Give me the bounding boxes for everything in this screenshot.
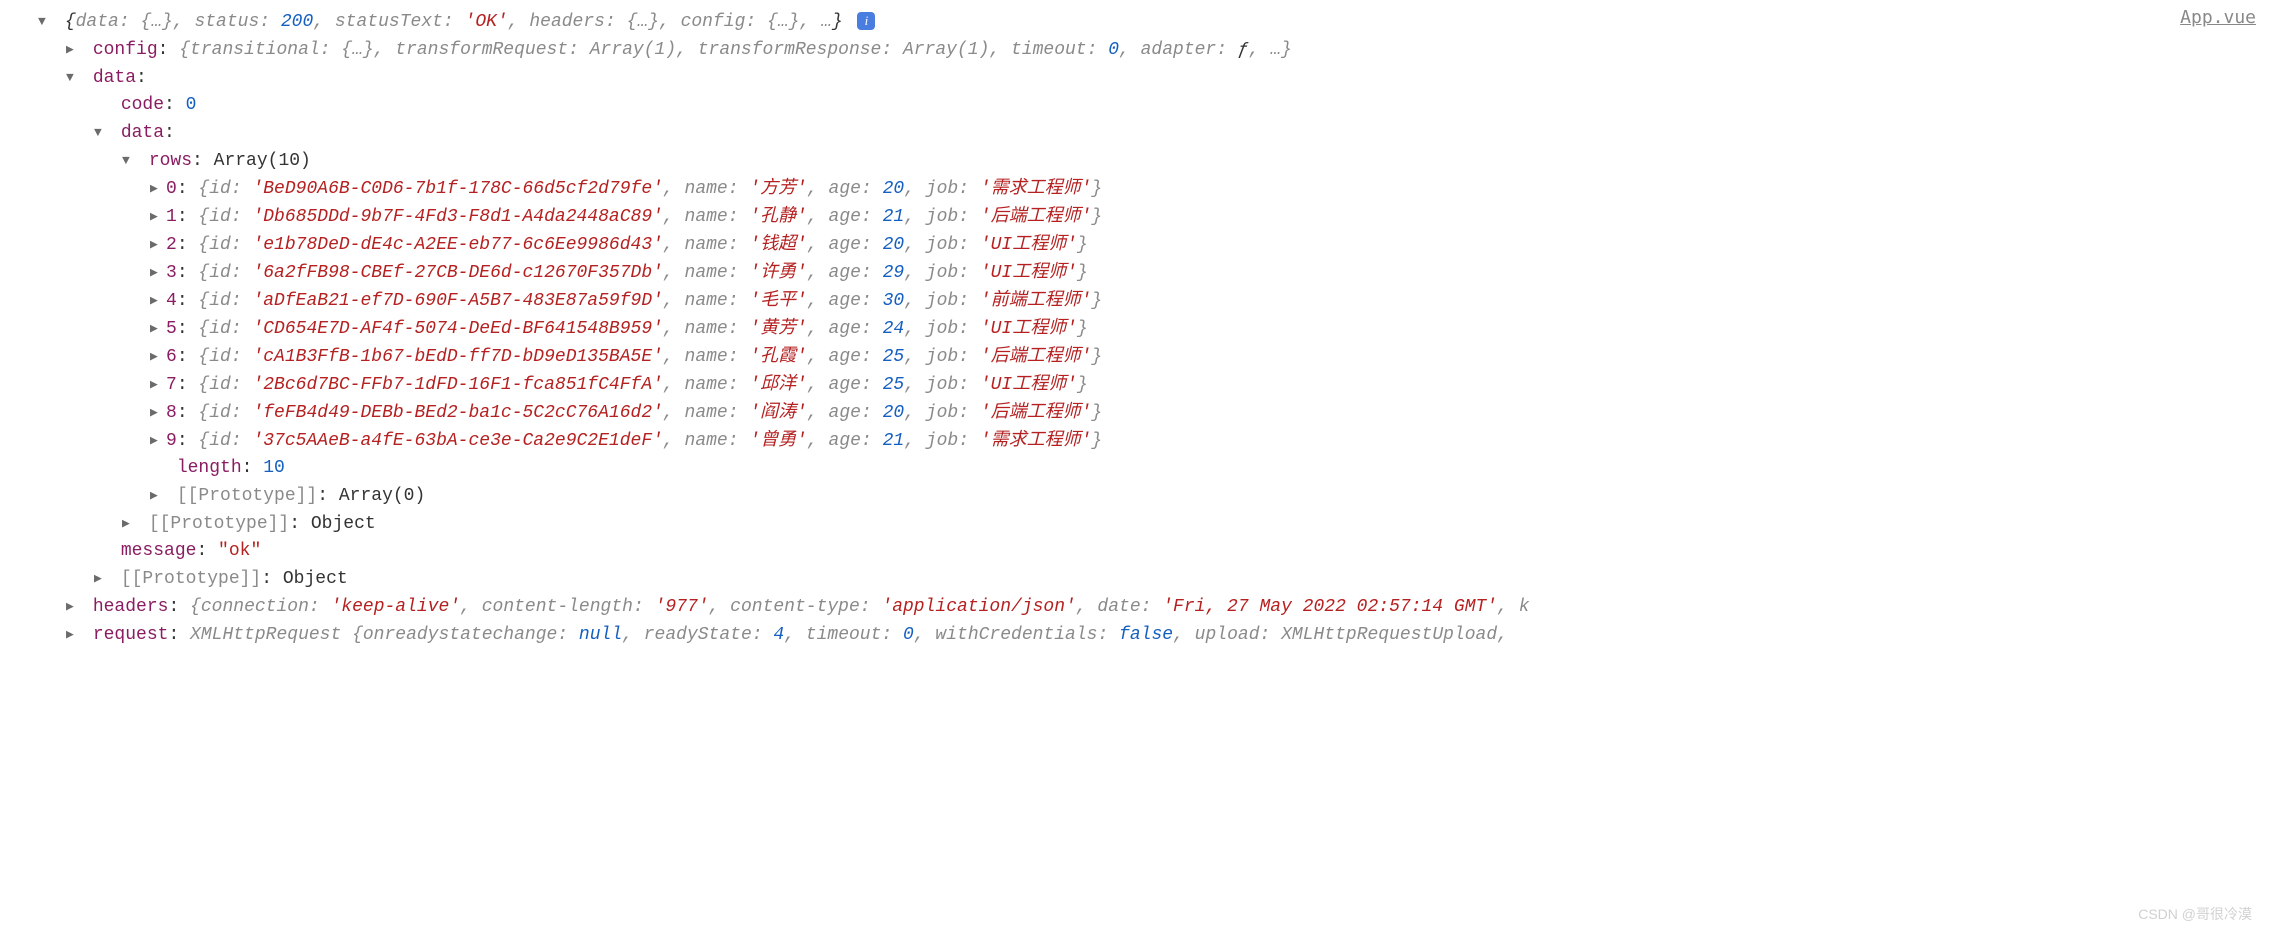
chevron-right-icon[interactable]: ▶: [150, 343, 162, 370]
chevron-right-icon[interactable]: ▶: [150, 427, 162, 454]
chevron-down-icon[interactable]: ▼: [94, 119, 106, 146]
message-row: message: "ok": [10, 538, 2260, 565]
chevron-right-icon[interactable]: ▶: [66, 593, 78, 620]
prototype-rows[interactable]: ▶ [[Prototype]]: Array(0): [10, 482, 2260, 510]
chevron-right-icon[interactable]: ▶: [150, 175, 162, 202]
prototype-data[interactable]: ▶ [[Prototype]]: Object: [10, 510, 2260, 538]
array-row[interactable]: ▶1: {id: 'Db685DDd-9b7F-4Fd3-F8d1-A4da24…: [10, 203, 2260, 231]
chevron-right-icon[interactable]: ▶: [150, 259, 162, 286]
request-row[interactable]: ▶ request: XMLHttpRequest {onreadystatec…: [10, 621, 2260, 649]
chevron-right-icon[interactable]: ▶: [94, 565, 106, 592]
chevron-down-icon[interactable]: ▼: [66, 64, 78, 91]
rows-row[interactable]: ▼ rows: Array(10): [10, 147, 2260, 175]
chevron-down-icon[interactable]: ▼: [38, 8, 50, 35]
array-row[interactable]: ▶0: {id: 'BeD90A6B-C0D6-7b1f-178C-66d5cf…: [10, 175, 2260, 203]
chevron-right-icon[interactable]: ▶: [66, 36, 78, 63]
array-row[interactable]: ▶2: {id: 'e1b78DeD-dE4c-A2EE-eb77-6c6Ee9…: [10, 231, 2260, 259]
source-link[interactable]: App.vue: [2180, 4, 2256, 31]
headers-row[interactable]: ▶ headers: {connection: 'keep-alive', co…: [10, 593, 2260, 621]
array-row[interactable]: ▶5: {id: 'CD654E7D-AF4f-5074-DeEd-BF6415…: [10, 315, 2260, 343]
chevron-right-icon[interactable]: ▶: [150, 399, 162, 426]
chevron-right-icon[interactable]: ▶: [150, 371, 162, 398]
chevron-right-icon[interactable]: ▶: [150, 287, 162, 314]
chevron-right-icon[interactable]: ▶: [150, 482, 162, 509]
array-row[interactable]: ▶9: {id: '37c5AAeB-a4fE-63bA-ce3e-Ca2e9C…: [10, 427, 2260, 455]
length-row: length: 10: [10, 455, 2260, 482]
config-row[interactable]: ▶ config: {transitional: {…}, transformR…: [10, 36, 2260, 64]
info-icon[interactable]: i: [857, 12, 875, 30]
object-summary[interactable]: ▼ {data: {…}, status: 200, statusText: '…: [10, 8, 2260, 36]
chevron-right-icon[interactable]: ▶: [122, 510, 134, 537]
chevron-down-icon[interactable]: ▼: [122, 147, 134, 174]
prototype-outer[interactable]: ▶ [[Prototype]]: Object: [10, 565, 2260, 593]
data-row[interactable]: ▼ data:: [10, 64, 2260, 92]
array-row[interactable]: ▶4: {id: 'aDfEaB21-ef7D-690F-A5B7-483E87…: [10, 287, 2260, 315]
code-row: code: 0: [10, 92, 2260, 119]
array-row[interactable]: ▶7: {id: '2Bc6d7BC-FFb7-1dFD-16F1-fca851…: [10, 371, 2260, 399]
array-row[interactable]: ▶8: {id: 'feFB4d49-DEBb-BEd2-ba1c-5C2cC7…: [10, 399, 2260, 427]
array-row[interactable]: ▶6: {id: 'cA1B3FfB-1b67-bEdD-ff7D-bD9eD1…: [10, 343, 2260, 371]
chevron-right-icon[interactable]: ▶: [150, 315, 162, 342]
array-row[interactable]: ▶3: {id: '6a2fFB98-CBEf-27CB-DE6d-c12670…: [10, 259, 2260, 287]
chevron-right-icon[interactable]: ▶: [150, 203, 162, 230]
watermark: CSDN @哥很冷漠: [2138, 901, 2252, 928]
inner-data-row[interactable]: ▼ data:: [10, 119, 2260, 147]
chevron-right-icon[interactable]: ▶: [150, 231, 162, 258]
chevron-right-icon[interactable]: ▶: [66, 621, 78, 648]
